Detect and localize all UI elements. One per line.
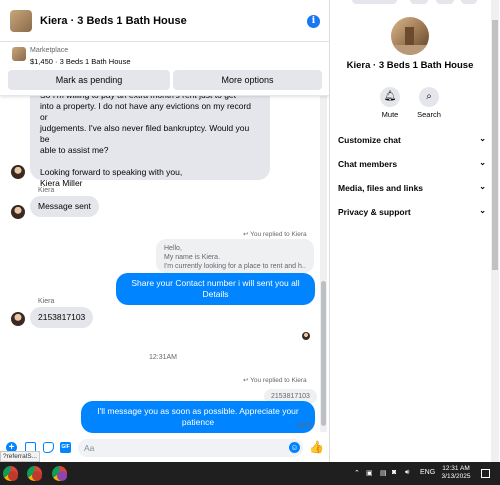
quote-line: My name is Kiera.: [164, 254, 221, 261]
time-divider: 12:31AM: [149, 354, 178, 361]
emoji-icon[interactable]: ☺: [289, 442, 300, 453]
replied-indicator: ↩ You replied to Kiera: [243, 376, 307, 384]
chat-scrollbar-thumb[interactable]: [321, 281, 326, 426]
info-title: Kiera · 3 Beds 1 Bath House: [346, 60, 474, 71]
sender-avatar[interactable]: [11, 165, 25, 179]
info-icon[interactable]: i: [307, 15, 320, 28]
listing-photo[interactable]: [391, 17, 429, 55]
composer: + GIF Aa ☺ 👍: [0, 434, 329, 462]
message-line: Looking forward to speaking with you,: [40, 167, 183, 177]
chevron-down-icon: ⌄: [479, 158, 486, 167]
message-input[interactable]: Aa: [78, 439, 303, 457]
language-indicator[interactable]: ENG: [420, 469, 435, 476]
quoted-message[interactable]: Hello, My name is Kiera. I'm currently l…: [156, 239, 314, 273]
section-media-files-links[interactable]: Media, files and links ⌄: [338, 182, 486, 193]
message-line: into a property. I do not have any evict…: [40, 101, 252, 122]
clock-time: 12:31 AM: [442, 465, 470, 472]
replied-indicator: ↩ You replied to Kiera: [243, 230, 307, 238]
replied-label: You replied to Kiera: [250, 377, 307, 384]
search-icon[interactable]: ⌕: [419, 87, 439, 107]
show-hidden-icons-icon[interactable]: ⌃: [354, 469, 360, 477]
seen-avatar: [302, 332, 310, 340]
mute-label: Mute: [381, 110, 399, 119]
message-bubble-outgoing: Share your Contact number i will sent yo…: [116, 273, 315, 305]
sender-name: Kiera: [38, 187, 55, 194]
message-bubble-outgoing: I'll message you as soon as possible. Ap…: [81, 401, 315, 433]
section-customize-chat[interactable]: Customize chat ⌄: [338, 134, 486, 145]
tray-app-icon[interactable]: ▤: [380, 469, 387, 477]
screen: So I'm willing to pay an extra month's r…: [0, 0, 500, 485]
message-bubble-incoming: Message sent: [30, 196, 99, 217]
section-label: Chat members: [338, 159, 398, 169]
quote-line: Hello,: [164, 245, 182, 252]
top-button-partial[interactable]: [410, 0, 428, 4]
section-label: Privacy & support: [338, 207, 411, 217]
chrome-icon[interactable]: [3, 466, 18, 481]
chat-header: Kiera · 3 Beds 1 Bath House i: [0, 0, 329, 42]
sticker-icon[interactable]: [43, 442, 54, 453]
message-line: able to assist me?: [40, 145, 109, 155]
chrome-icon[interactable]: [52, 466, 67, 481]
section-label: Media, files and links: [338, 183, 424, 193]
section-privacy-support[interactable]: Privacy & support ⌄: [338, 206, 486, 217]
chat-pane: So I'm willing to pay an extra month's r…: [0, 0, 330, 462]
sender-name: Kiera: [38, 298, 55, 305]
listing-price[interactable]: $1,450 · 3 Beds 1 Bath House: [30, 57, 131, 66]
sender-avatar[interactable]: [11, 205, 25, 219]
message-line: judgements. I've also never filed bankru…: [40, 123, 250, 144]
section-label: Customize chat: [338, 135, 401, 145]
quote-line: I'm currently looking for a place to ren…: [164, 263, 306, 270]
search-label: Search: [417, 110, 441, 119]
chat-title[interactable]: Kiera · 3 Beds 1 Bath House: [40, 15, 187, 27]
profile-badge-icon: [8, 471, 18, 481]
gif-icon[interactable]: GIF: [60, 442, 71, 453]
more-options-button[interactable]: More options: [173, 70, 322, 90]
listing-card: Marketplace $1,450 · 3 Beds 1 Bath House…: [0, 42, 329, 96]
reply-arrow-icon: ↩: [243, 231, 249, 238]
thumbs-up-icon[interactable]: 👍: [309, 440, 324, 454]
chat-scrollbar[interactable]: [320, 96, 327, 432]
message-bubble-incoming: 2153817103: [30, 307, 94, 328]
clock-date: 3/13/2025: [441, 473, 471, 480]
chevron-down-icon: ⌄: [479, 206, 486, 215]
chrome-icon[interactable]: [27, 466, 42, 481]
notification-icon[interactable]: [481, 469, 490, 478]
bell-icon[interactable]: 🔔︎: [380, 87, 400, 107]
clock[interactable]: 12:31 AM 3/13/2025: [436, 465, 476, 481]
chevron-down-icon: ⌄: [479, 182, 486, 191]
message-list[interactable]: So I'm willing to pay an extra month's r…: [0, 86, 329, 434]
volume-icon[interactable]: 🔊︎: [405, 469, 409, 477]
listing-image[interactable]: [12, 47, 26, 61]
camera-icon[interactable]: ▣: [366, 469, 373, 477]
message-bubble-incoming: So I'm willing to pay an extra month's r…: [30, 86, 270, 188]
marketplace-label: Marketplace: [30, 47, 69, 54]
top-button-partial[interactable]: [461, 0, 477, 4]
profile-badge-icon: [32, 471, 42, 481]
info-scrollbar-thumb[interactable]: [492, 20, 498, 270]
message-line: [40, 156, 260, 167]
status-url-tooltip: ?referralS...: [0, 451, 40, 462]
search-action[interactable]: ⌕ Search: [409, 87, 449, 119]
chevron-down-icon: ⌄: [479, 134, 486, 143]
message-status: Sent: [297, 422, 312, 429]
profile-badge-icon: [57, 471, 67, 481]
chat-info-pane: Kiera · 3 Beds 1 Bath House 🔔︎ Mute ⌕ Se…: [330, 0, 500, 462]
mute-action[interactable]: 🔔︎ Mute: [370, 87, 410, 119]
reply-arrow-icon: ↩: [243, 377, 249, 384]
mark-as-pending-button[interactable]: Mark as pending: [8, 70, 170, 90]
section-chat-members[interactable]: Chat members ⌄: [338, 158, 486, 169]
top-button-partial[interactable]: [352, 0, 397, 4]
top-button-partial[interactable]: [436, 0, 454, 4]
replied-label: You replied to Kiera: [250, 231, 307, 238]
sender-avatar[interactable]: [11, 312, 25, 326]
network-icon[interactable]: ◙: [392, 469, 396, 476]
taskbar: ⌃ ▣ ▤ ◙ 🔊︎ ENG 12:31 AM 3/13/2025: [0, 462, 500, 485]
listing-thumbnail[interactable]: [10, 9, 32, 32]
info-scrollbar[interactable]: [491, 0, 499, 462]
message-line: Kiera Miller: [40, 178, 83, 188]
